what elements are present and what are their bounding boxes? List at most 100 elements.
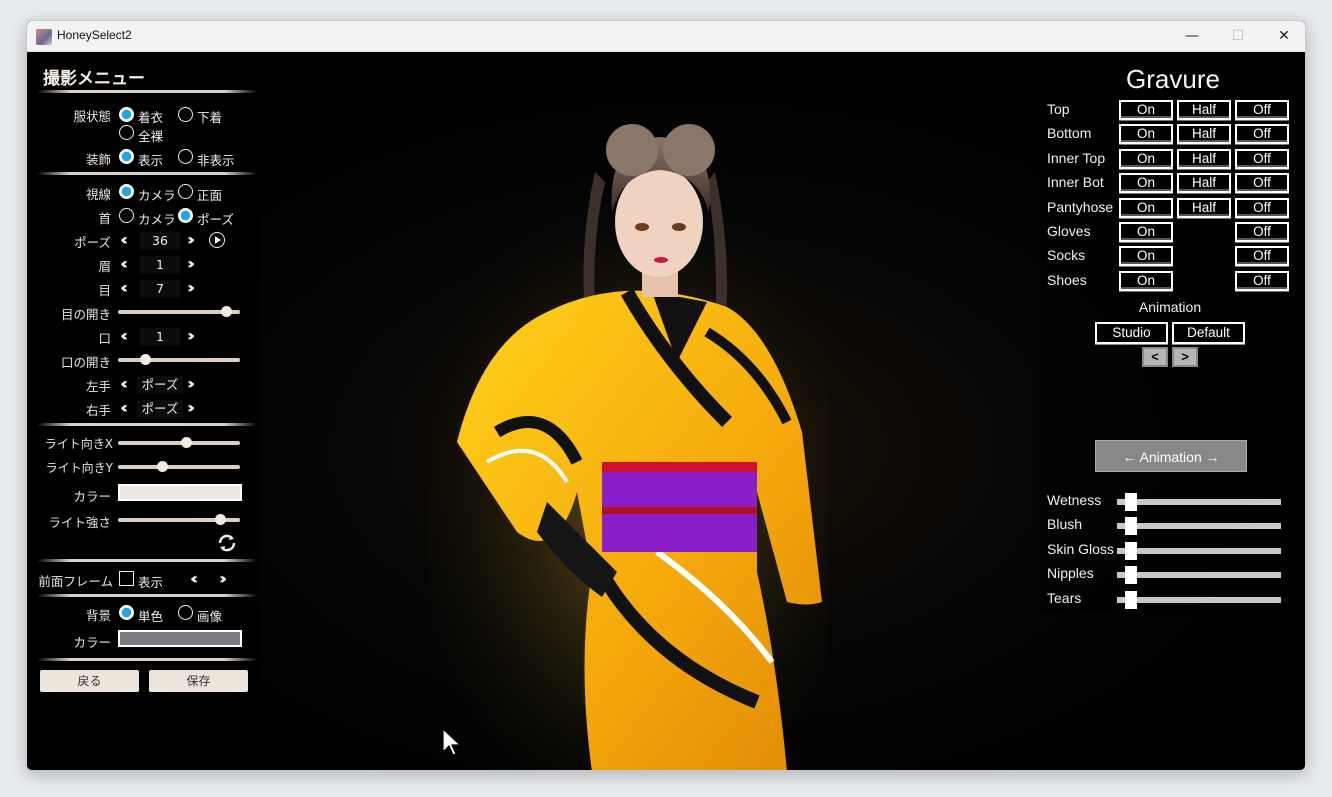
light-color-swatch[interactable] (118, 484, 242, 501)
gravure-half-button[interactable]: Half (1177, 100, 1231, 120)
gravure-slider-label: Wetness (1047, 492, 1102, 508)
gravure-slider[interactable] (1117, 542, 1281, 560)
chevron-right-icon[interactable]: ›› (187, 230, 196, 249)
radio-gaze-front[interactable] (178, 184, 193, 199)
gravure-off-button[interactable]: Off (1235, 246, 1289, 266)
slider-handle[interactable] (1125, 542, 1137, 560)
gravure-slider[interactable] (1117, 566, 1281, 584)
radio-clothed[interactable] (119, 107, 134, 122)
chevron-right-icon[interactable]: ›› (187, 374, 196, 393)
slider-handle[interactable] (156, 461, 168, 472)
eye-open-slider[interactable] (118, 306, 240, 317)
refresh-icon[interactable] (216, 533, 238, 553)
slider-handle[interactable] (140, 354, 152, 365)
gravure-on-button[interactable]: On (1119, 271, 1173, 291)
gravure-off-button[interactable]: Off (1235, 271, 1289, 291)
gravure-off-button[interactable]: Off (1235, 198, 1289, 218)
back-button[interactable]: 戻る (40, 670, 139, 692)
gravure-on-button[interactable]: On (1119, 198, 1173, 218)
radio-bg-solid[interactable] (119, 605, 134, 620)
chevron-right-icon[interactable]: ›› (187, 326, 196, 345)
eye-label: 目 (98, 283, 111, 298)
slider-handle[interactable] (1125, 493, 1137, 511)
gravure-on-button[interactable]: On (1119, 222, 1173, 242)
gravure-off-button[interactable]: Off (1235, 124, 1289, 144)
radio-underwear[interactable] (178, 107, 193, 122)
radio-gaze-camera[interactable] (119, 184, 134, 199)
gravure-off-button[interactable]: Off (1235, 100, 1289, 120)
chevron-right-icon[interactable]: ›› (187, 278, 196, 297)
light-y-slider[interactable] (118, 461, 240, 472)
chevron-left-icon[interactable]: ‹‹ (120, 254, 129, 273)
radio-accessory-hide[interactable] (178, 149, 193, 164)
animation-toggle-button[interactable]: ← Animation → (1095, 440, 1247, 472)
viewport[interactable]: 撮影メニュー 服状態 着衣 下着 全裸 装飾 表示 非表示 視線 カメラ 正面 (27, 52, 1305, 770)
right-hand-label: 右手 (85, 403, 111, 418)
slider-handle[interactable] (1125, 591, 1137, 609)
chevron-left-icon[interactable]: ‹‹ (120, 326, 129, 345)
close-button[interactable]: ✕ (1261, 21, 1305, 52)
gravure-off-button[interactable]: Off (1235, 222, 1289, 242)
slider-handle[interactable] (1125, 517, 1137, 535)
play-icon[interactable] (209, 232, 225, 248)
gravure-on-button[interactable]: On (1119, 246, 1173, 266)
panel-title: 撮影メニュー (43, 69, 145, 89)
light-strength-slider[interactable] (118, 514, 240, 525)
gravure-half-button[interactable]: Half (1177, 198, 1231, 218)
front-frame-checkbox[interactable] (119, 571, 134, 586)
gravure-on-button[interactable]: On (1119, 149, 1173, 169)
studio-button[interactable]: Studio (1095, 322, 1168, 344)
minimize-button[interactable]: — (1169, 21, 1215, 52)
mouth-open-slider[interactable] (118, 354, 240, 365)
slider-handle[interactable] (221, 306, 233, 317)
slider-handle[interactable] (1125, 566, 1137, 584)
gravure-slider[interactable] (1117, 493, 1281, 511)
radio-nude[interactable] (119, 125, 134, 140)
chevron-left-icon[interactable]: ‹‹ (190, 569, 199, 588)
gravure-on-button[interactable]: On (1119, 124, 1173, 144)
chevron-left-icon[interactable]: ‹‹ (120, 278, 129, 297)
mouth-open-label: 口の開き (60, 355, 111, 370)
divider (37, 423, 257, 426)
radio-neck-camera[interactable] (119, 208, 134, 223)
slider-handle[interactable] (214, 514, 226, 525)
gravure-slider[interactable] (1117, 591, 1281, 609)
gravure-row-label: Socks (1047, 247, 1086, 263)
gravure-off-button[interactable]: Off (1235, 173, 1289, 193)
save-button[interactable]: 保存 (149, 670, 248, 692)
maximize-button[interactable]: ☐ (1215, 21, 1261, 52)
light-x-slider[interactable] (118, 437, 240, 448)
chevron-left-icon[interactable]: ‹‹ (120, 374, 129, 393)
gravure-on-button[interactable]: On (1119, 173, 1173, 193)
left-hand-label: 左手 (85, 379, 111, 394)
next-animation-button[interactable]: > (1172, 347, 1198, 367)
gravure-off-button[interactable]: Off (1235, 149, 1289, 169)
front-frame-label: 前面フレーム (38, 574, 113, 589)
default-button[interactable]: Default (1172, 322, 1245, 344)
gravure-slider[interactable] (1117, 517, 1281, 535)
chevron-right-icon[interactable]: ›› (187, 398, 196, 417)
option-gaze-camera: カメラ (138, 188, 176, 203)
chevron-right-icon[interactable]: ›› (187, 254, 196, 273)
chevron-left-icon[interactable]: ‹‹ (120, 230, 129, 249)
chevron-left-icon[interactable]: ‹‹ (120, 398, 129, 417)
bg-color-swatch[interactable] (118, 630, 242, 647)
radio-accessory-show[interactable] (119, 149, 134, 164)
radio-neck-pose[interactable] (178, 208, 193, 223)
gravure-on-button[interactable]: On (1119, 100, 1173, 120)
radio-bg-image[interactable] (178, 605, 193, 620)
chevron-right-icon[interactable]: ›› (219, 569, 228, 588)
gravure-row-label: Inner Top (1047, 150, 1106, 166)
gravure-row-label: Bottom (1047, 125, 1092, 141)
gravure-half-button[interactable]: Half (1177, 149, 1231, 169)
slider-handle[interactable] (181, 437, 193, 448)
light-color-label: カラー (73, 489, 111, 504)
option-accessory-show: 表示 (138, 153, 164, 168)
gravure-half-button[interactable]: Half (1177, 124, 1231, 144)
light-strength-label: ライト強さ (48, 515, 111, 530)
gravure-half-button[interactable]: Half (1177, 173, 1231, 193)
gravure-row-label: Pantyhose (1047, 199, 1114, 215)
prev-animation-button[interactable]: < (1142, 347, 1168, 367)
eye-value: 7 (140, 280, 180, 298)
mouth-label: 口 (98, 331, 111, 346)
